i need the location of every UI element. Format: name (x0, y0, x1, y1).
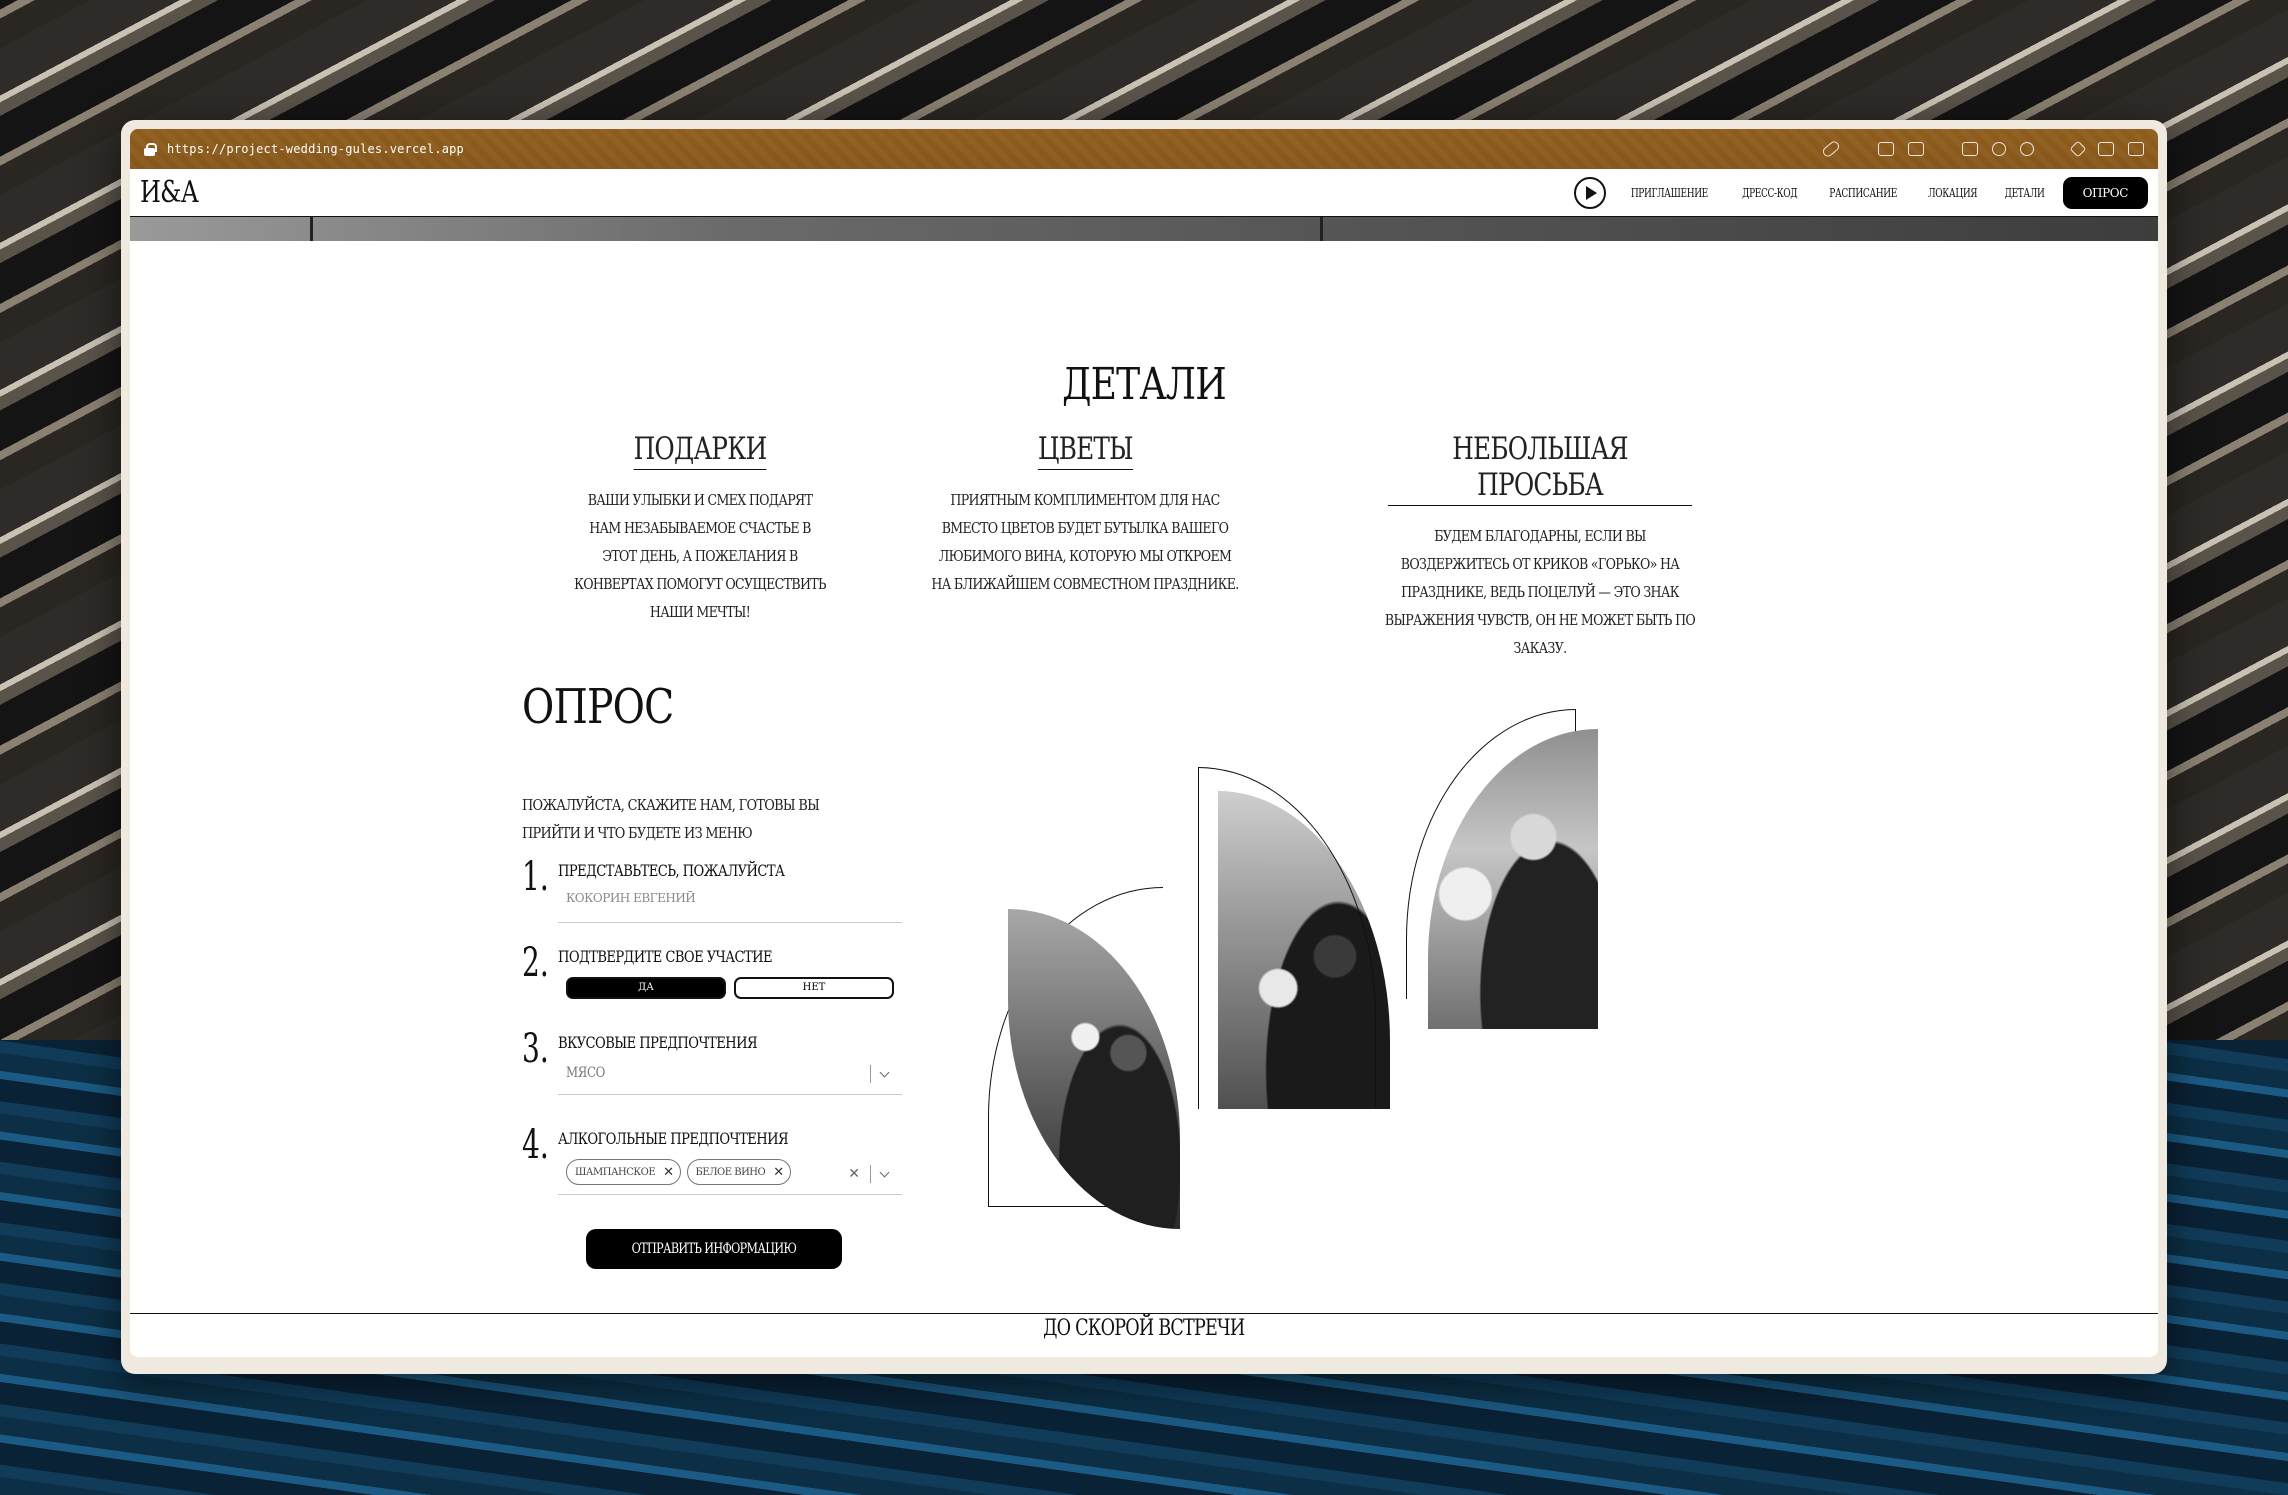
flowers-text: ПРИЯТНЫМ КОМПЛИМЕНТОМ ДЛЯ НАС ВМЕСТО ЦВЕ… (931, 491, 1239, 593)
couple-photo-3 (1428, 729, 1598, 1029)
question-name: 1. ПРЕДСТАВЬТЕСЬ, ПОЖАЛУЙСТА (522, 857, 902, 937)
question-label: ПРЕДСТАВЬТЕСЬ, ПОЖАЛУЙСТА (558, 861, 785, 880)
terminal-icon[interactable] (1962, 142, 1978, 156)
browser-window: https://project-wedding-gules.vercel.app… (121, 120, 2167, 1374)
question-label: ВКУСОВЫЕ ПРЕДПОЧТЕНИЯ (558, 1033, 758, 1052)
web-page: И&А ПРИГЛАШЕНИЕ ДРЕСС-КОД РАСПИСАНИЕ ЛОК… (130, 169, 2158, 1357)
site-footer: ДО СКОРОЙ ВСТРЕЧИ (130, 1313, 2158, 1347)
question-alcohol: 4. АЛКОГОЛЬНЫЕ ПРЕДПОЧТЕНИЯ ШАМПАНСКОЕ ✕… (522, 1125, 902, 1205)
alcohol-multiselect[interactable]: ШАМПАНСКОЕ ✕ БЕЛОЕ ВИНО ✕ ✕ (558, 1155, 902, 1195)
request-text: БУДЕМ БЛАГОДАРНЫ, ЕСЛИ ВЫ ВОЗДЕРЖИТЕСЬ О… (1384, 527, 1696, 657)
url-bar[interactable]: https://project-wedding-gules.vercel.app (167, 142, 464, 156)
question-label: АЛКОГОЛЬНЫЕ ПРЕДПОЧТЕНИЯ (558, 1129, 789, 1148)
globe-icon[interactable] (1992, 142, 2006, 156)
question-number: 2. (522, 940, 549, 986)
food-select-value: МЯСО (566, 1065, 605, 1081)
code-icon[interactable] (2069, 140, 2087, 158)
question-number: 4. (522, 1122, 549, 1168)
footer-text: ДО СКОРОЙ ВСТРЕЧИ (1043, 1316, 1245, 1341)
browser-toolbar (1820, 139, 2144, 159)
attendance-toggle: ДА НЕТ (566, 977, 894, 999)
gifts-text: ВАШИ УЛЫБКИ И СМЕХ ПОДАРЯТ НАМ НЕЗАБЫВАЕ… (574, 491, 826, 621)
question-number: 1. (522, 854, 549, 900)
question-attendance: 2. ПОДТВЕРДИТЕ СВОЕ УЧАСТИЕ ДА НЕТ (522, 943, 902, 1023)
picture-in-picture-icon[interactable] (2098, 142, 2114, 156)
food-select[interactable]: МЯСО (558, 1059, 902, 1095)
browser-titlebar: https://project-wedding-gules.vercel.app (130, 129, 2158, 169)
submit-button[interactable]: ОТПРАВИТЬ ИНФОРМАЦИЮ (586, 1229, 842, 1269)
survey-title: ОПРОС (522, 679, 674, 735)
details-column-gifts: ПОДАРКИ ВАШИ УЛЫБКИ И СМЕХ ПОДАРЯТ НАМ Н… (550, 431, 850, 626)
select-controls (870, 1065, 890, 1083)
question-label: ПОДТВЕРДИТЕ СВОЕ УЧАСТИЕ (558, 947, 773, 966)
question-number: 3. (522, 1026, 549, 1072)
select-controls: ✕ (848, 1165, 890, 1183)
chevron-down-icon[interactable] (879, 1167, 890, 1177)
remove-chip-icon[interactable]: ✕ (663, 1165, 674, 1180)
attendance-no-button[interactable]: НЕТ (734, 977, 894, 999)
camera-icon[interactable] (1908, 142, 1924, 156)
request-heading: НЕБОЛЬШАЯ ПРОСЬБА (1388, 431, 1692, 506)
name-input[interactable] (566, 891, 866, 905)
attendance-yes-button[interactable]: ДА (566, 977, 726, 999)
content-area: ДЕТАЛИ ПОДАРКИ ВАШИ УЛЫБКИ И СМЕХ ПОДАРЯ… (130, 169, 2158, 1357)
selected-chips: ШАМПАНСКОЕ ✕ БЕЛОЕ ВИНО ✕ (566, 1159, 791, 1185)
gifts-heading: ПОДАРКИ (633, 431, 767, 470)
details-title: ДЕТАЛИ (1062, 359, 1227, 410)
survey-intro: ПОЖАЛУЙСТА, СКАЖИТЕ НАМ, ГОТОВЫ ВЫ ПРИЙТ… (522, 796, 820, 842)
name-field (558, 887, 902, 923)
chevron-down-icon[interactable] (879, 1067, 890, 1077)
crosshair-icon[interactable] (2020, 142, 2034, 156)
chip-champagne: ШАМПАНСКОЕ ✕ (566, 1159, 681, 1185)
arch-outline (1198, 767, 1376, 1109)
screenshot-icon[interactable] (1878, 142, 1894, 156)
flowers-heading: ЦВЕТЫ (1037, 431, 1133, 470)
lock-icon (144, 142, 157, 156)
split-view-icon[interactable] (2128, 142, 2144, 156)
remove-chip-icon[interactable]: ✕ (773, 1165, 784, 1180)
details-column-flowers: ЦВЕТЫ ПРИЯТНЫМ КОМПЛИМЕНТОМ ДЛЯ НАС ВМЕС… (900, 431, 1270, 598)
link-icon[interactable] (1820, 139, 1842, 159)
clear-all-icon[interactable]: ✕ (848, 1166, 860, 1182)
question-food: 3. ВКУСОВЫЕ ПРЕДПОЧТЕНИЯ МЯСО (522, 1029, 902, 1109)
chip-white-wine: БЕЛОЕ ВИНО ✕ (686, 1159, 791, 1185)
details-column-request: НЕБОЛЬШАЯ ПРОСЬБА БУДЕМ БЛАГОДАРНЫ, ЕСЛИ… (1350, 431, 1730, 662)
